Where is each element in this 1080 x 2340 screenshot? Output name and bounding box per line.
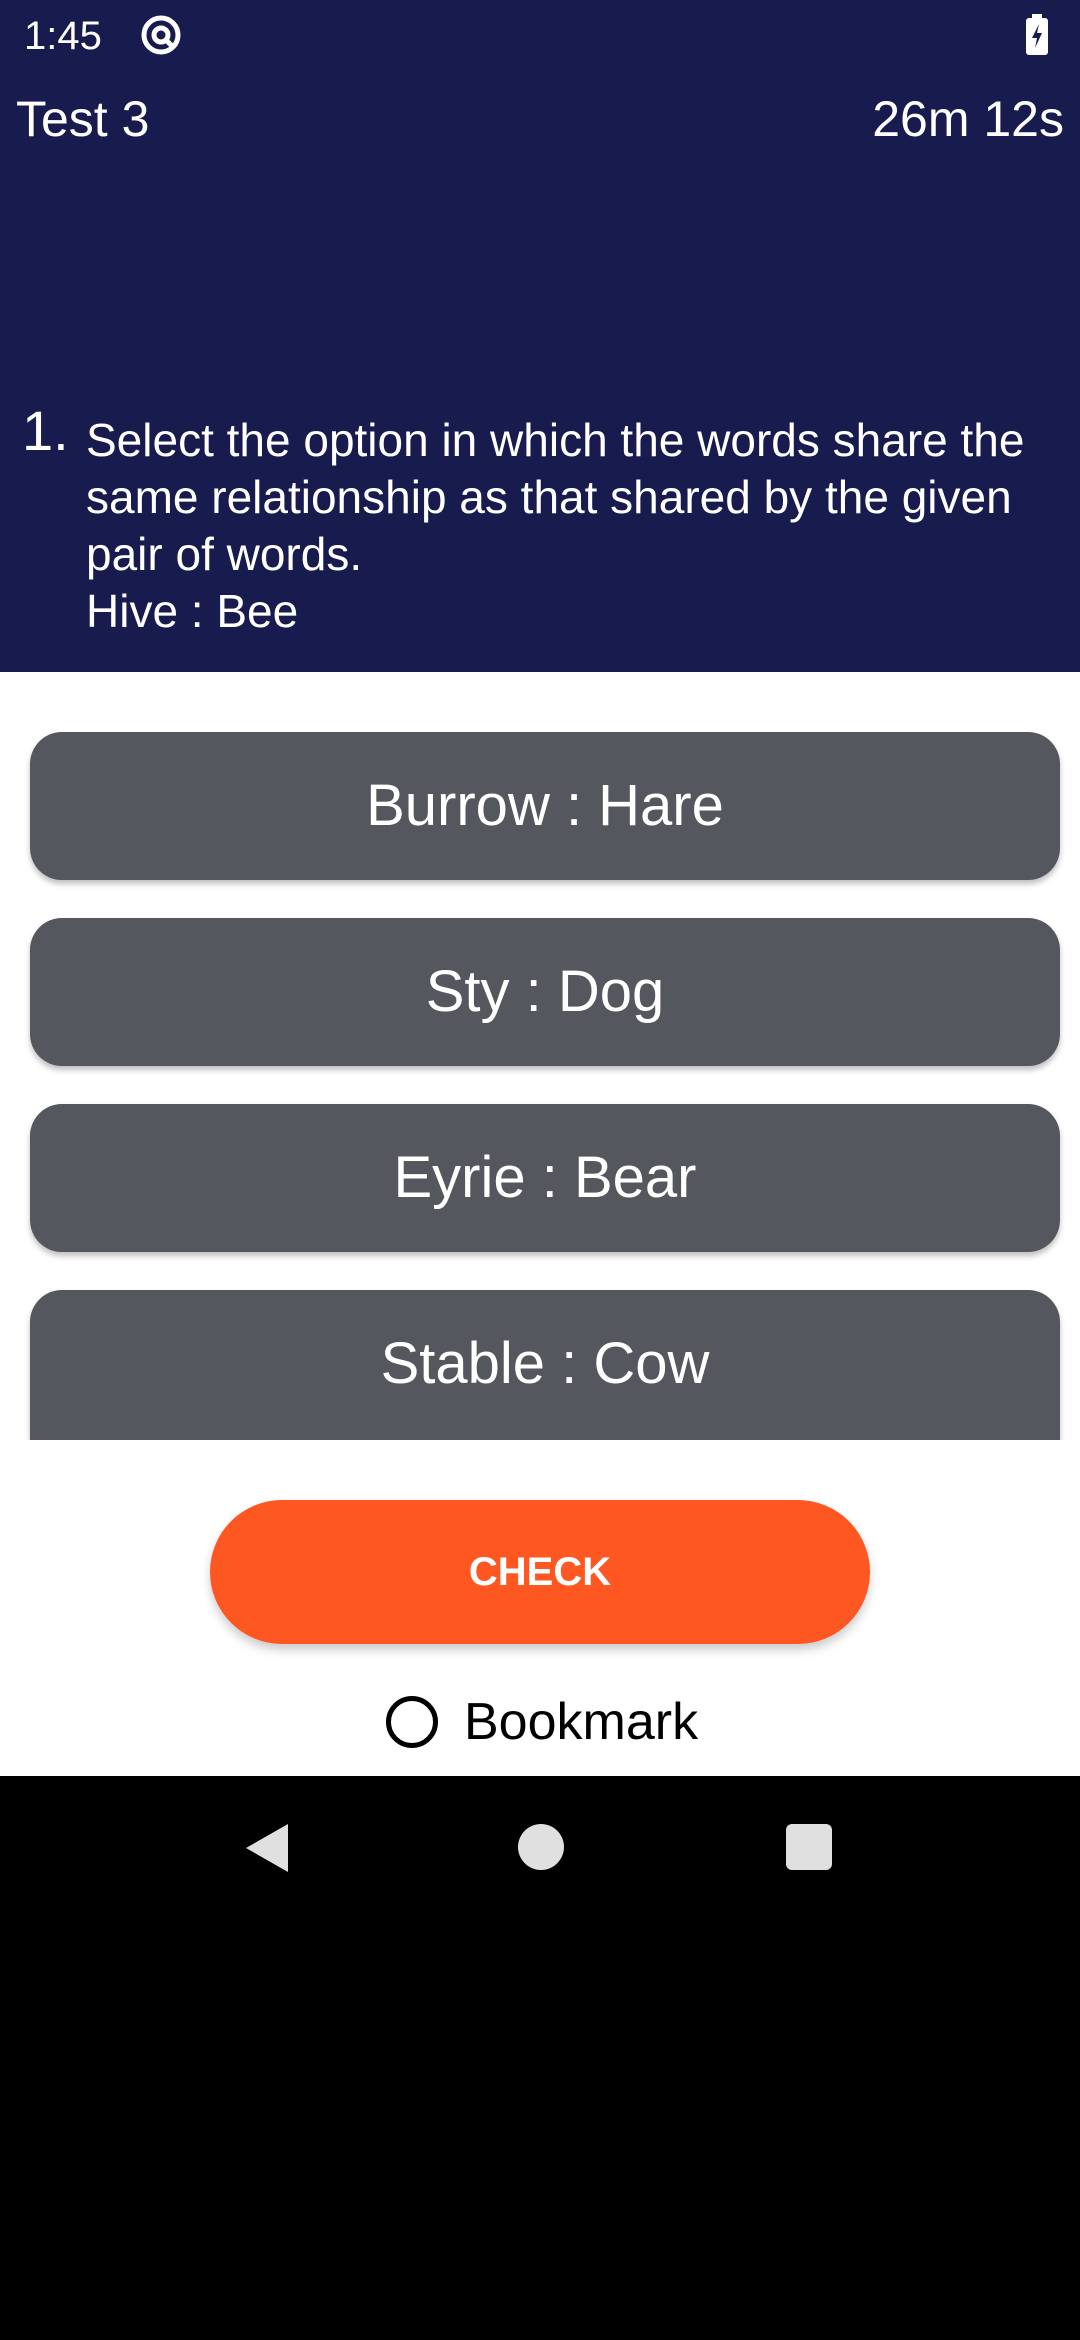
home-circle-icon[interactable] <box>518 1824 564 1870</box>
timer: 26m 12s <box>872 91 1064 147</box>
option-button-2[interactable]: Sty : Dog <box>30 918 1060 1066</box>
status-time: 1:45 <box>24 14 102 58</box>
question-text: Select the option in which the words sha… <box>86 412 1046 640</box>
bookmark-radio-icon[interactable] <box>386 1696 438 1748</box>
bookmark-label: Bookmark <box>464 1693 699 1751</box>
quiz-header: Test 3 26m 12s 1. Select the option in w… <box>0 72 1080 672</box>
question-number: 1. <box>22 399 69 462</box>
options-list: Burrow : Hare Sty : Dog Eyrie : Bear Sta… <box>0 672 1080 1440</box>
test-title: Test 3 <box>16 91 150 147</box>
question-prompt: Select the option in which the words sha… <box>86 414 1025 580</box>
system-nav-bar <box>0 1776 1080 1920</box>
recents-square-icon[interactable] <box>786 1824 832 1870</box>
option-button-4[interactable]: Stable : Cow <box>30 1290 1060 1440</box>
at-sign-icon <box>141 15 181 55</box>
back-triangle-icon[interactable] <box>242 1822 290 1874</box>
check-button[interactable]: CHECK <box>210 1500 870 1644</box>
battery-charging-icon <box>1026 14 1048 55</box>
screen: 1:45 Test 3 26m 12s 1. Select the option… <box>0 0 1080 2340</box>
option-button-3[interactable]: Eyrie : Bear <box>30 1104 1060 1252</box>
option-button-1[interactable]: Burrow : Hare <box>30 732 1060 880</box>
answer-area: Burrow : Hare Sty : Dog Eyrie : Bear Sta… <box>0 672 1080 1776</box>
question-pair: Hive : Bee <box>86 585 299 637</box>
bookmark-toggle[interactable]: Bookmark <box>386 1690 698 1754</box>
status-bar: 1:45 <box>0 0 1080 72</box>
